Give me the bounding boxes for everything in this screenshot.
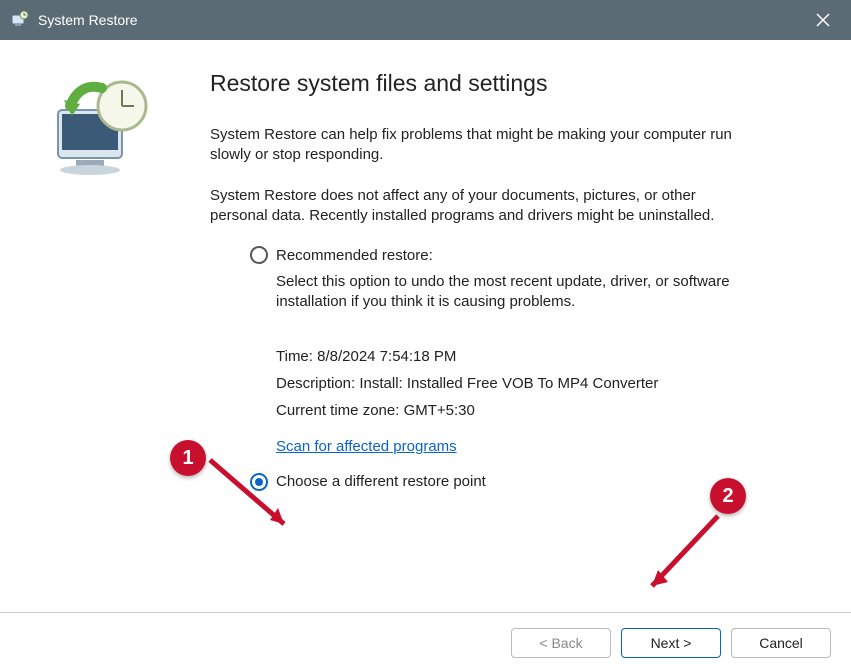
close-button[interactable] — [803, 0, 843, 40]
intro-paragraph-2: System Restore does not affect any of yo… — [210, 186, 750, 227]
recommended-restore-radio[interactable]: Recommended restore: — [250, 246, 791, 264]
restore-point-details: Time: 8/8/2024 7:54:18 PM Description: I… — [276, 343, 791, 424]
next-button[interactable]: Next > — [621, 628, 721, 658]
choose-different-restore-label: Choose a different restore point — [276, 473, 486, 490]
intro-paragraph-1: System Restore can help fix problems tha… — [210, 125, 750, 166]
cancel-button[interactable]: Cancel — [731, 628, 831, 658]
annotation-badge-2: 2 — [710, 478, 746, 514]
detail-time: Time: 8/8/2024 7:54:18 PM — [276, 343, 791, 370]
radio-checked-icon — [250, 473, 268, 491]
page-heading: Restore system files and settings — [210, 70, 791, 97]
back-button[interactable]: < Back — [511, 628, 611, 658]
detail-timezone: Current time zone: GMT+5:30 — [276, 397, 791, 424]
right-pane: Restore system files and settings System… — [200, 40, 851, 612]
titlebar: System Restore — [0, 0, 851, 40]
left-pane — [0, 40, 200, 612]
recommended-restore-label: Recommended restore: — [276, 247, 433, 264]
options-block: Recommended restore: Select this option … — [250, 246, 791, 491]
radio-unchecked-icon — [250, 246, 268, 264]
scan-affected-programs-link[interactable]: Scan for affected programs — [276, 438, 457, 455]
choose-different-restore-radio[interactable]: Choose a different restore point — [250, 473, 791, 491]
detail-description: Description: Install: Installed Free VOB… — [276, 370, 791, 397]
recommended-restore-description: Select this option to undo the most rece… — [276, 272, 736, 313]
footer-buttons: < Back Next > Cancel — [0, 612, 851, 672]
content-area: Restore system files and settings System… — [0, 40, 851, 612]
annotation-arrow-2 — [638, 512, 728, 607]
system-restore-icon — [8, 9, 30, 31]
system-restore-graphic-icon — [40, 70, 160, 190]
window-title: System Restore — [38, 12, 803, 28]
annotation-badge-1: 1 — [170, 440, 206, 476]
